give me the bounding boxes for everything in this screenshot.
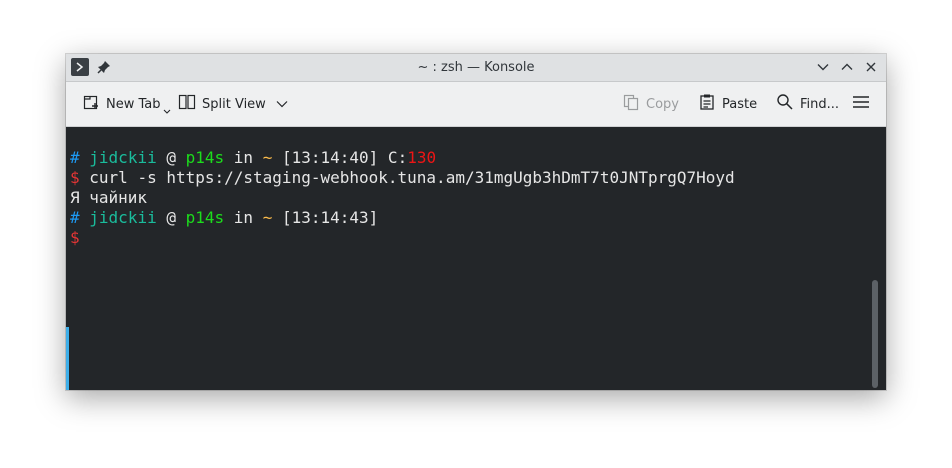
copy-icon: [622, 93, 640, 115]
hamburger-menu-icon: [852, 93, 870, 115]
chevron-down-icon: [276, 97, 288, 112]
prompt-hash: #: [70, 148, 80, 167]
prompt-time: [13:14:43]: [272, 208, 379, 227]
copy-button[interactable]: Copy: [622, 90, 679, 118]
new-tab-icon: [82, 93, 100, 115]
paste-icon: [698, 93, 716, 115]
prompt-at: @: [156, 208, 186, 227]
command-line: $ curl -s https://staging-webhook.tuna.a…: [70, 168, 735, 188]
prompt-in: in: [224, 148, 263, 167]
toolbar: New Tab Split View Copy Paste Find...: [66, 82, 886, 127]
prompt-dir: ~: [262, 208, 273, 227]
new-tab-label: New Tab: [106, 96, 161, 112]
close-icon[interactable]: [862, 58, 880, 76]
exit-code-label: C:: [378, 148, 408, 167]
scrollbar[interactable]: [872, 280, 878, 388]
search-icon: [776, 93, 794, 115]
terminal-area[interactable]: # jidckii @ p14s in ~ [13:14:40] C:130 $…: [66, 127, 886, 390]
prompt-user: jidckii: [89, 148, 157, 167]
prompt-dollar: $: [70, 228, 80, 247]
konsole-window: ~ : zsh — Konsole New Tab Split View Cop…: [66, 54, 886, 390]
paste-label: Paste: [722, 96, 758, 112]
prompt-line: # jidckii @ p14s in ~ [13:14:40] C:130: [70, 148, 436, 168]
exit-code: 130: [407, 148, 437, 167]
output-line: Я чайник: [70, 188, 147, 208]
prompt-in: in: [224, 208, 263, 227]
command-text: curl -s https://staging-webhook.tuna.am/…: [79, 168, 735, 187]
titlebar[interactable]: ~ : zsh — Konsole: [66, 54, 886, 82]
maximize-icon[interactable]: [838, 58, 856, 76]
prompt-host: p14s: [185, 208, 225, 227]
prompt-user: jidckii: [89, 208, 157, 227]
split-view-button[interactable]: Split View: [178, 90, 288, 118]
new-tab-button[interactable]: New Tab: [82, 90, 171, 118]
prompt-time: [13:14:40]: [272, 148, 379, 167]
scroll-marker: [66, 327, 69, 390]
window-title: ~ : zsh — Konsole: [417, 60, 535, 75]
split-view-icon: [178, 93, 196, 115]
prompt-dir: ~: [262, 148, 273, 167]
split-view-label: Split View: [202, 96, 266, 112]
find-button[interactable]: Find...: [776, 90, 839, 118]
hamburger-menu-button[interactable]: [852, 90, 870, 118]
prompt-host: p14s: [185, 148, 225, 167]
minimize-icon[interactable]: [814, 58, 832, 76]
paste-button[interactable]: Paste: [698, 90, 757, 118]
find-label: Find...: [800, 96, 840, 112]
prompt-dollar: $: [70, 168, 80, 187]
prompt-line: # jidckii @ p14s in ~ [13:14:43]: [70, 208, 378, 228]
active-prompt-line: $: [70, 228, 80, 248]
copy-label: Copy: [646, 96, 679, 112]
chevron-down-icon: [163, 104, 171, 119]
prompt-hash: #: [70, 208, 80, 227]
prompt-at: @: [156, 148, 186, 167]
command-output: Я чайник: [70, 188, 148, 207]
